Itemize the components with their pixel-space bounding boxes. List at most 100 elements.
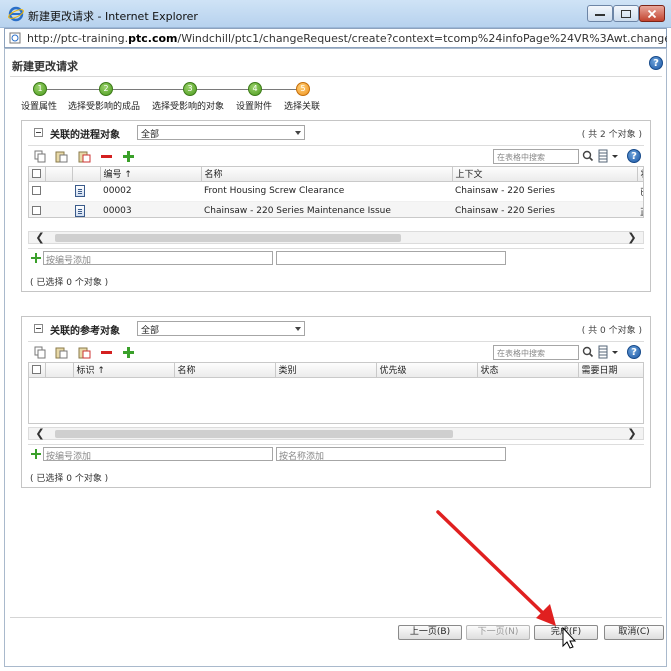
step-2-label[interactable]: 选择受影响的成品 bbox=[68, 99, 140, 112]
row-checkbox[interactable] bbox=[32, 206, 41, 215]
table-header: 编号 ↑ 名称 上下文 状 bbox=[29, 167, 643, 182]
copy-icon[interactable] bbox=[34, 150, 47, 163]
step-1-label[interactable]: 设置属性 bbox=[21, 99, 57, 112]
column-name[interactable]: 名称 bbox=[201, 167, 453, 182]
remove-icon[interactable] bbox=[100, 150, 113, 163]
add-by-name-input[interactable]: 按名称添加 bbox=[276, 447, 506, 462]
scroll-left-icon[interactable]: ❮ bbox=[33, 428, 47, 439]
horizontal-scrollbar[interactable]: ❮ ❯ bbox=[28, 231, 644, 244]
step-2-icon[interactable]: 2 bbox=[99, 82, 113, 96]
row-checkbox[interactable] bbox=[32, 186, 41, 195]
cell-name: Front Housing Screw Clearance bbox=[201, 181, 452, 202]
copy-icon[interactable] bbox=[34, 346, 47, 359]
add-by-name-input[interactable] bbox=[276, 251, 506, 265]
add-by-number-placeholder: 按编号添加 bbox=[46, 256, 92, 266]
close-icon bbox=[647, 9, 657, 18]
chevron-down-icon bbox=[295, 327, 301, 331]
step-4-icon[interactable]: 4 bbox=[248, 82, 262, 96]
change-request-icon bbox=[75, 205, 85, 217]
window-titlebar: 新建更改请求 - Internet Explorer bbox=[0, 0, 671, 28]
step-3-label[interactable]: 选择受影响的对象 bbox=[152, 99, 224, 112]
steps-connector bbox=[40, 89, 304, 90]
table-views-icon[interactable] bbox=[598, 345, 620, 360]
cell-number: 00003 bbox=[100, 201, 201, 217]
address-bar[interactable]: http://ptc-training.ptc.com/Windchill/pt… bbox=[4, 28, 667, 48]
maximize-button[interactable] bbox=[613, 5, 639, 22]
search-icon[interactable] bbox=[580, 149, 595, 164]
reference-objects-panel: 关联的参考对象 全部 ( 共 0 个对象 ) 在表格中搜索 ? 标识 ↑ 名称 … bbox=[21, 316, 651, 488]
panel-header: 关联的参考对象 全部 ( 共 0 个对象 ) bbox=[22, 317, 650, 339]
step-5-icon[interactable]: 5 bbox=[296, 82, 310, 96]
table-search-input[interactable]: 在表格中搜索 bbox=[493, 345, 579, 360]
scrollbar-thumb[interactable] bbox=[55, 430, 453, 438]
table-row[interactable]: 00003 Chainsaw - 220 Series Maintenance … bbox=[29, 201, 643, 217]
cell-name: Chainsaw - 220 Series Maintenance Issue bbox=[201, 201, 452, 217]
scroll-right-icon[interactable]: ❯ bbox=[625, 428, 639, 439]
divider bbox=[10, 617, 662, 618]
add-row: 按编号添加 按名称添加 bbox=[28, 444, 644, 462]
remove-icon[interactable] bbox=[100, 346, 113, 359]
search-placeholder: 在表格中搜索 bbox=[497, 153, 545, 162]
step-5-label[interactable]: 选择关联 bbox=[284, 99, 320, 112]
column-name[interactable]: 名称 bbox=[174, 363, 276, 378]
add-icon[interactable] bbox=[122, 150, 135, 163]
column-priority[interactable]: 优先级 bbox=[376, 363, 478, 378]
cell-state: 已 bbox=[637, 181, 643, 202]
filter-select[interactable]: 全部 bbox=[137, 321, 305, 336]
column-identifier[interactable]: 标识 ↑ bbox=[73, 363, 175, 378]
cell-context: Chainsaw - 220 Series bbox=[452, 201, 637, 217]
column-category[interactable]: 类别 bbox=[275, 363, 377, 378]
column-context[interactable]: 上下文 bbox=[452, 167, 638, 182]
cancel-button[interactable]: 取消(C) bbox=[604, 625, 664, 640]
add-icon[interactable] bbox=[31, 449, 41, 459]
cell-number: 00002 bbox=[100, 181, 201, 202]
collapse-icon[interactable] bbox=[34, 324, 43, 333]
scroll-left-icon[interactable]: ❮ bbox=[33, 232, 47, 243]
previous-button[interactable]: 上一页(B) bbox=[398, 625, 462, 640]
help-icon[interactable]: ? bbox=[649, 56, 663, 70]
paste-select-icon[interactable] bbox=[78, 346, 91, 359]
select-all-checkbox[interactable] bbox=[29, 167, 46, 182]
selected-count: ( 已选择 0 个对象 ) bbox=[30, 278, 109, 288]
column-number[interactable]: 编号 ↑ bbox=[100, 167, 202, 182]
paste-icon[interactable] bbox=[55, 346, 68, 359]
header-blank bbox=[45, 363, 74, 378]
step-1-icon[interactable]: 1 bbox=[33, 82, 47, 96]
cell-context: Chainsaw - 220 Series bbox=[452, 181, 637, 202]
table-help-icon[interactable]: ? bbox=[627, 345, 641, 359]
column-state[interactable]: 状 bbox=[637, 167, 643, 182]
close-window-button[interactable] bbox=[639, 5, 665, 22]
step-3-icon[interactable]: 3 bbox=[183, 82, 197, 96]
column-need-date[interactable]: 需要日期 bbox=[578, 363, 643, 378]
chevron-down-icon bbox=[295, 131, 301, 135]
add-by-number-input[interactable]: 按编号添加 bbox=[43, 447, 273, 462]
table-row[interactable]: 00002 Front Housing Screw Clearance Chai… bbox=[29, 181, 643, 202]
internet-explorer-icon bbox=[8, 6, 24, 22]
add-by-number-input[interactable]: 按编号添加 bbox=[43, 251, 273, 266]
scrollbar-thumb[interactable] bbox=[55, 234, 401, 242]
table-search-input[interactable]: 在表格中搜索 bbox=[493, 149, 579, 164]
maximize-icon bbox=[621, 9, 631, 18]
divider bbox=[10, 76, 662, 77]
collapse-icon[interactable] bbox=[34, 128, 43, 137]
filter-select[interactable]: 全部 bbox=[137, 125, 305, 140]
table-toolbar: 在表格中搜索 ? bbox=[28, 145, 644, 165]
next-button[interactable]: 下一页(N) bbox=[466, 625, 530, 640]
select-all-checkbox[interactable] bbox=[29, 363, 46, 378]
scroll-right-icon[interactable]: ❯ bbox=[625, 232, 639, 243]
add-icon[interactable] bbox=[31, 253, 41, 263]
step-4-label[interactable]: 设置附件 bbox=[236, 99, 272, 112]
horizontal-scrollbar[interactable]: ❮ ❯ bbox=[28, 427, 644, 440]
column-state[interactable]: 状态 bbox=[477, 363, 579, 378]
table-help-icon[interactable]: ? bbox=[627, 149, 641, 163]
search-icon[interactable] bbox=[580, 345, 595, 360]
object-count: ( 共 2 个对象 ) bbox=[581, 130, 642, 140]
cell-state: 正 bbox=[637, 201, 643, 217]
paste-select-icon[interactable] bbox=[78, 150, 91, 163]
paste-icon[interactable] bbox=[55, 150, 68, 163]
selected-count: ( 已选择 0 个对象 ) bbox=[30, 474, 109, 484]
table-views-icon[interactable] bbox=[598, 149, 620, 164]
finish-button[interactable]: 完成(F) bbox=[534, 625, 598, 640]
minimize-button[interactable] bbox=[587, 5, 613, 22]
add-icon[interactable] bbox=[122, 346, 135, 359]
